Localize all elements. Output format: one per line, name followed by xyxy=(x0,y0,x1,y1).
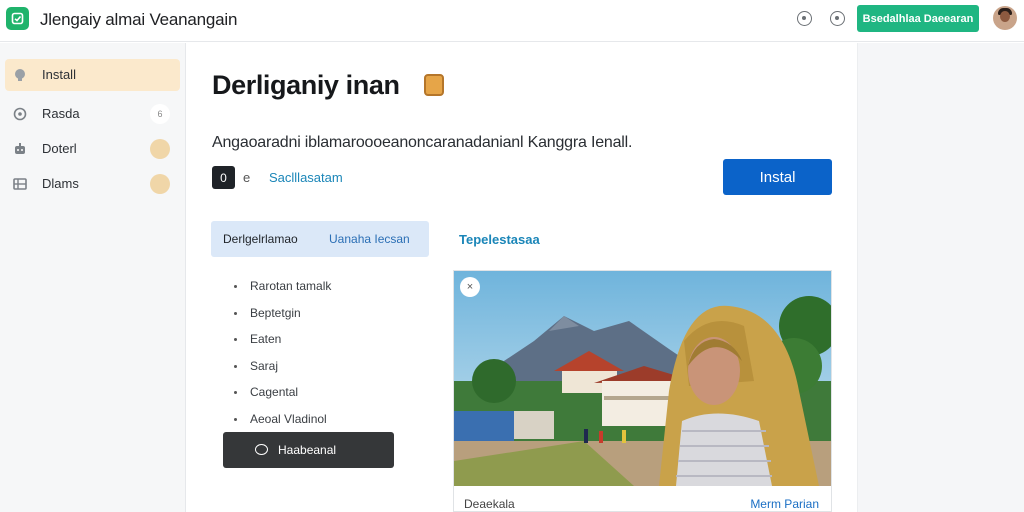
list-item: Beptetgin xyxy=(234,306,331,333)
sidebar-badge-dot xyxy=(150,139,170,159)
sidebar-item-rasda[interactable]: Rasda 6 xyxy=(5,98,180,130)
grid-icon xyxy=(13,178,27,190)
chat-icon xyxy=(255,444,268,455)
sidebar-item-dlams[interactable]: Dlams xyxy=(5,168,180,200)
install-icon xyxy=(15,69,25,81)
main-content: Derliganiy inan Angaoaradni iblamaroooea… xyxy=(187,43,857,512)
sidebar: Install Rasda 6 Doterl Dlams xyxy=(0,43,186,512)
list-item: Eaten xyxy=(234,332,331,359)
preview-image[interactable] xyxy=(454,271,832,486)
meta-separator: e xyxy=(243,170,251,185)
photo-link[interactable]: Merm Parian xyxy=(750,497,819,511)
app-title: Jlengaiy almai Veanangain xyxy=(40,10,238,29)
page-title: Derliganiy inan xyxy=(212,70,400,100)
list-item: Cagental xyxy=(234,385,331,412)
sidebar-item-label: Doterl xyxy=(42,141,77,156)
tab-label: Derlgelrlamao xyxy=(223,232,298,246)
sidebar-item-install[interactable]: Install xyxy=(5,59,180,91)
tab-overview[interactable]: Derlgelrlamao Uanaha Iecsan xyxy=(211,221,429,257)
sidebar-item-label: Rasda xyxy=(42,106,80,121)
button-label: Haabeanal xyxy=(278,443,337,457)
sidebar-item-label: Install xyxy=(42,67,76,82)
author-link[interactable]: Saclllasatam xyxy=(269,170,343,185)
close-icon[interactable]: × xyxy=(460,277,480,297)
package-icon xyxy=(424,74,444,96)
photo-caption: Deaekala xyxy=(464,497,515,511)
right-panel xyxy=(857,43,1024,512)
sidebar-badge: 6 xyxy=(150,104,170,124)
header-cta-button[interactable]: Bsedalhlaa Daeearan xyxy=(857,5,979,32)
settings-icon[interactable] xyxy=(830,11,845,26)
photo-card: × Deaekala Merm Parian xyxy=(453,270,832,512)
list-item: Rarotan tamalk xyxy=(234,279,331,306)
page-subtitle: Angaoaradni iblamaroooeanoncaranadanianl… xyxy=(212,134,633,151)
avatar-face xyxy=(1000,11,1010,22)
compass-icon xyxy=(13,107,27,121)
robot-icon xyxy=(15,143,25,154)
sidebar-item-label: Dlams xyxy=(42,176,79,191)
app-logo-icon[interactable] xyxy=(6,7,29,30)
tab-details[interactable]: Tepelestasaa xyxy=(459,232,540,247)
install-button[interactable]: Instal xyxy=(723,159,832,195)
author-icon: 0 xyxy=(212,166,235,189)
history-icon[interactable] xyxy=(797,11,812,26)
tab-sublabel: Uanaha Iecsan xyxy=(329,232,410,246)
feature-list: Rarotan tamalk Beptetgin Eaten Saraj Cag… xyxy=(234,279,331,438)
sidebar-item-doterl[interactable]: Doterl xyxy=(5,133,180,165)
top-bar: Jlengaiy almai Veanangain Bsedalhlaa Dae… xyxy=(0,0,1024,42)
list-item: Saraj xyxy=(234,359,331,386)
avatar[interactable] xyxy=(993,6,1017,30)
sidebar-badge-dot xyxy=(150,174,170,194)
secondary-action-button[interactable]: Haabeanal xyxy=(223,432,394,468)
